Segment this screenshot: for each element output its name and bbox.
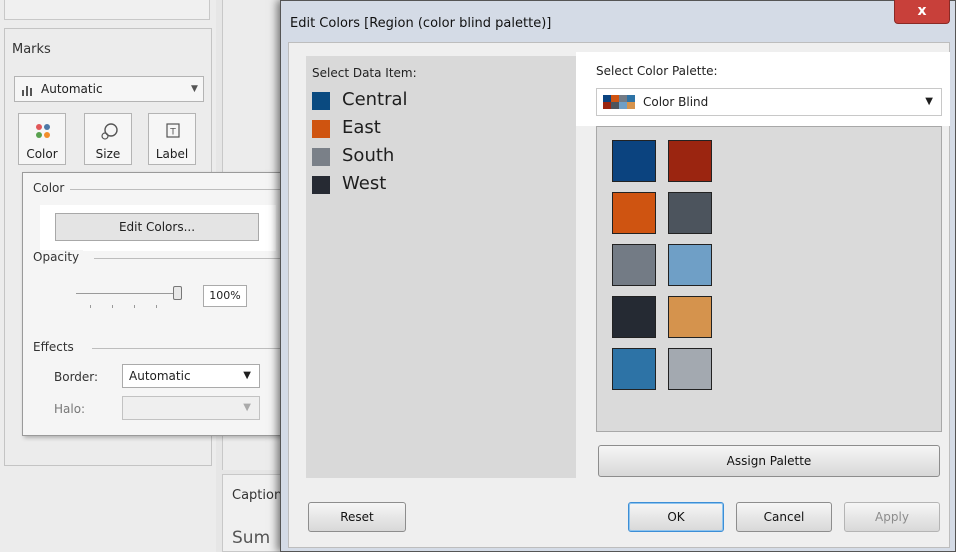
- data-item-west[interactable]: West: [312, 173, 562, 197]
- border-select[interactable]: Automatic ▼: [122, 364, 260, 388]
- palette-preview-icon: [603, 95, 635, 109]
- data-item-label: Central: [342, 89, 408, 110]
- dialog-title: Edit Colors [Region (color blind palette…: [290, 16, 552, 31]
- size-mark-button[interactable]: Size: [84, 113, 132, 165]
- ok-button[interactable]: OK: [628, 502, 724, 532]
- marks-title: Marks: [12, 42, 51, 57]
- slider-tick: [134, 305, 135, 308]
- data-item-label: South: [342, 145, 395, 166]
- color-dots-icon: [36, 124, 50, 138]
- data-item-swatch: [312, 176, 330, 194]
- palette-dropdown[interactable]: Color Blind ▼: [596, 88, 942, 116]
- mark-type-dropdown[interactable]: Automatic ▼: [14, 76, 204, 102]
- data-item-central[interactable]: Central: [312, 89, 562, 113]
- select-color-palette-label: Select Color Palette:: [596, 64, 718, 78]
- palette-swatch[interactable]: [668, 140, 712, 182]
- chevron-down-icon: ▼: [191, 84, 198, 94]
- halo-select: ▼: [122, 396, 260, 420]
- close-icon: x: [917, 3, 927, 19]
- color-mark-label: Color: [26, 147, 58, 161]
- color-section-rule: [70, 189, 282, 190]
- palette-swatch[interactable]: [668, 244, 712, 286]
- reset-button[interactable]: Reset: [308, 502, 406, 532]
- palette-swatch[interactable]: [612, 244, 656, 286]
- color-mark-button[interactable]: Color: [18, 113, 66, 165]
- apply-button[interactable]: Apply: [844, 502, 940, 532]
- opacity-slider-track[interactable]: [76, 293, 176, 294]
- chevron-down-icon: ▼: [243, 370, 251, 381]
- palette-swatch[interactable]: [612, 348, 656, 390]
- opacity-value[interactable]: 100%: [203, 285, 247, 307]
- effects-section-rule: [92, 348, 282, 349]
- data-item-swatch: [312, 120, 330, 138]
- opacity-heading: Opacity: [33, 250, 84, 264]
- close-button[interactable]: x: [894, 0, 950, 24]
- slider-tick: [90, 305, 91, 308]
- label-mark-label: Label: [155, 147, 189, 161]
- palette-swatch[interactable]: [668, 348, 712, 390]
- bar-chart-icon: [22, 86, 32, 96]
- sum-label: Sum: [232, 528, 271, 548]
- palette-swatch[interactable]: [668, 296, 712, 338]
- cancel-button[interactable]: Cancel: [736, 502, 832, 532]
- data-item-label: West: [342, 173, 387, 194]
- label-mark-button[interactable]: T Label: [148, 113, 196, 165]
- top-shelf-strip: [4, 0, 210, 20]
- palette-swatch[interactable]: [612, 140, 656, 182]
- slider-tick: [112, 305, 113, 308]
- chevron-down-icon: ▼: [243, 402, 251, 413]
- opacity-section-rule: [94, 258, 282, 259]
- mark-type-value: Automatic: [41, 82, 103, 96]
- data-item-label: East: [342, 117, 381, 138]
- border-label: Border:: [54, 370, 99, 384]
- palette-swatch[interactable]: [612, 192, 656, 234]
- halo-label: Halo:: [54, 402, 86, 416]
- caption-label: Caption: [232, 488, 283, 503]
- svg-text:T: T: [169, 128, 176, 138]
- palette-value: Color Blind: [643, 95, 709, 109]
- data-item-swatch: [312, 148, 330, 166]
- select-data-item-label: Select Data Item:: [312, 66, 417, 80]
- opacity-slider-thumb[interactable]: [173, 286, 182, 300]
- border-value: Automatic: [129, 369, 191, 383]
- data-item-south[interactable]: South: [312, 145, 562, 169]
- effects-heading: Effects: [33, 340, 78, 354]
- text-label-icon: T: [166, 123, 180, 138]
- edit-colors-button[interactable]: Edit Colors...: [55, 213, 259, 241]
- chevron-down-icon: ▼: [925, 96, 933, 107]
- slider-tick: [156, 305, 157, 308]
- color-heading: Color: [33, 181, 69, 195]
- assign-palette-button[interactable]: Assign Palette: [598, 445, 940, 477]
- data-item-east[interactable]: East: [312, 117, 562, 141]
- size-circle-icon: [101, 123, 118, 140]
- data-item-swatch: [312, 92, 330, 110]
- palette-swatch[interactable]: [668, 192, 712, 234]
- palette-swatch[interactable]: [612, 296, 656, 338]
- size-mark-label: Size: [95, 147, 121, 161]
